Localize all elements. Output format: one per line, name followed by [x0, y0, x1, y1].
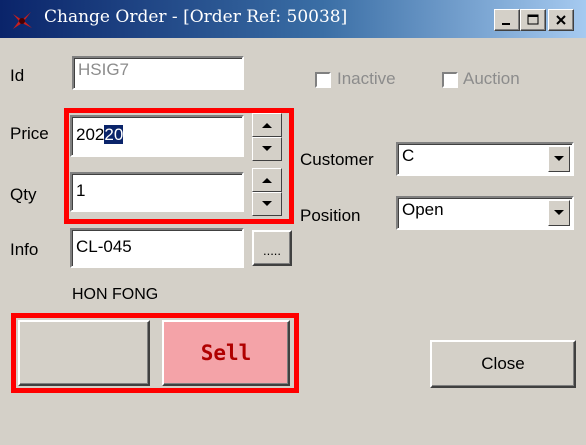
price-value: 202 — [76, 125, 105, 144]
position-label: Position — [300, 206, 361, 225]
position-dropdown[interactable]: Open — [396, 196, 574, 230]
qty-down-button[interactable] — [252, 192, 282, 216]
close-window-button[interactable] — [548, 9, 574, 31]
arrow-up-icon — [262, 123, 272, 128]
id-label: Id — [10, 66, 25, 85]
price-field[interactable]: 20220 — [70, 115, 244, 157]
qty-up-button[interactable] — [252, 168, 282, 192]
customer-label: Customer — [300, 150, 374, 169]
buy-button[interactable] — [18, 320, 150, 386]
qty-label: Qty — [10, 185, 37, 204]
price-spinner[interactable] — [252, 113, 282, 161]
customer-value: C — [402, 146, 415, 165]
position-value: Open — [402, 200, 444, 219]
chevron-down-icon — [554, 210, 564, 215]
arrow-up-icon — [262, 178, 272, 183]
inactive-checkbox[interactable] — [315, 72, 331, 88]
price-value-selected: 20 — [104, 125, 124, 144]
app-icon — [13, 12, 32, 29]
client-name: HON FONG — [72, 286, 159, 303]
auction-checkbox[interactable] — [442, 72, 458, 88]
minimize-button[interactable] — [494, 9, 520, 31]
sell-button[interactable]: Sell — [162, 320, 290, 386]
chevron-down-icon — [554, 156, 564, 161]
qty-field[interactable]: 1 — [70, 172, 244, 212]
price-down-button[interactable] — [252, 137, 282, 161]
maximize-button[interactable] — [520, 9, 546, 31]
position-dropdown-button[interactable] — [548, 200, 570, 226]
info-field[interactable]: CL-045 — [70, 228, 244, 268]
close-icon — [556, 15, 566, 25]
info-label: Info — [10, 240, 39, 259]
change-order-window: Change Order - [Order Ref: 50038] Id HSI… — [0, 0, 586, 445]
customer-dropdown-button[interactable] — [548, 146, 570, 172]
info-browse-button[interactable]: ..... — [252, 230, 292, 266]
title-bar[interactable]: Change Order - [Order Ref: 50038] — [0, 0, 586, 38]
minimize-icon — [502, 23, 510, 25]
id-field[interactable]: HSIG7 — [72, 56, 244, 90]
price-up-button[interactable] — [252, 113, 282, 137]
arrow-down-icon — [262, 201, 272, 206]
auction-label: Auction — [463, 69, 520, 88]
arrow-down-icon — [262, 146, 272, 151]
price-label: Price — [10, 124, 49, 143]
close-button[interactable]: Close — [430, 340, 576, 388]
maximize-icon — [527, 14, 539, 25]
inactive-label: Inactive — [337, 69, 396, 88]
customer-dropdown[interactable]: C — [396, 142, 574, 176]
qty-spinner[interactable] — [252, 168, 282, 216]
window-title: Change Order - [Order Ref: 50038] — [44, 7, 348, 27]
